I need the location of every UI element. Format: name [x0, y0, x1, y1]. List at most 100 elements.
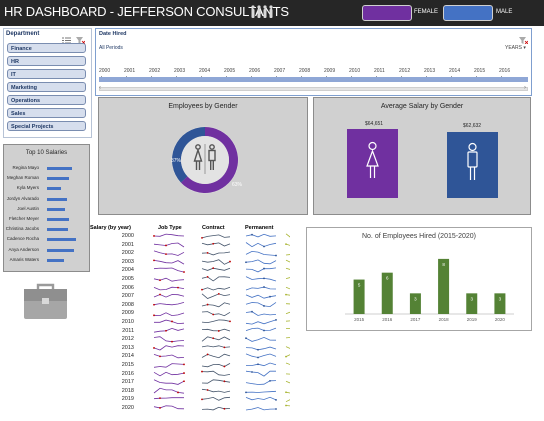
timeline-scrollbar[interactable]	[99, 87, 528, 91]
employees-by-gender-title: Employees by Gender	[168, 103, 238, 110]
sparkline	[201, 311, 231, 317]
sparkline	[285, 286, 290, 290]
x-tick-label: 2019	[467, 317, 478, 322]
header-bar: HR DASHBOARD - JEFFERSON CONSULTANTS FEM…	[0, 0, 544, 26]
sparkline-marker	[153, 259, 155, 262]
sparkline-marker	[201, 398, 203, 401]
sparkline-marker	[177, 391, 179, 394]
slicer-item-marketing[interactable]: Marketing	[7, 82, 86, 92]
sparkline	[153, 327, 185, 333]
timeline-year-2014[interactable]: 2014	[449, 68, 460, 74]
bar-2018	[438, 258, 450, 314]
timeline-year-2016[interactable]: 2016	[499, 68, 510, 74]
x-tick-label: 2015	[354, 317, 365, 322]
sparkline	[201, 379, 231, 384]
sparkline	[153, 363, 185, 368]
timeline-year-2004[interactable]: 2004	[199, 68, 210, 74]
top-salary-name: Joel Austin	[17, 205, 39, 211]
timeline-level-selector[interactable]: YEARS ▾	[505, 45, 526, 51]
slicer-item-special-projects[interactable]: Special Projects	[7, 121, 86, 131]
sparkline-marker	[183, 271, 185, 273]
sparkline-marker	[223, 346, 226, 349]
scroll-left-icon[interactable]: ‹	[99, 85, 101, 92]
sparkline-marker	[251, 371, 253, 373]
average-salary-title: Average Salary by Gender	[380, 103, 464, 110]
sparkline-marker	[201, 370, 203, 373]
sparkline-marker	[201, 288, 203, 291]
timeline-year-2002[interactable]: 2002	[149, 68, 160, 74]
sparkline-marker	[171, 340, 173, 343]
timeline-year-2005[interactable]: 2005	[224, 68, 235, 74]
sparkline	[201, 319, 231, 324]
sparkline-marker	[263, 329, 265, 332]
sparkline	[201, 234, 231, 239]
timeline-year-2003[interactable]: 2003	[174, 68, 185, 74]
timeline-year-2010[interactable]: 2010	[349, 68, 360, 74]
timeline-year-2015[interactable]: 2015	[474, 68, 485, 74]
sparkline-marker	[257, 356, 259, 359]
sparkline-marker	[201, 236, 203, 239]
female-salary-bar	[347, 129, 398, 198]
x-tick-label: 2018	[439, 317, 450, 322]
sparkline	[153, 267, 185, 273]
sparkline-header-contract: Contract	[202, 225, 225, 231]
average-salary-panel: Average Salary by Gender $64,651 $62,632	[313, 97, 531, 215]
sparkline-marker	[229, 260, 231, 263]
timeline-year-2000[interactable]: 2000	[99, 68, 110, 74]
timeline-year-2011[interactable]: 2011	[374, 68, 385, 74]
timeline-year-2012[interactable]: 2012	[399, 68, 410, 74]
slicer-item-it[interactable]: IT	[7, 69, 86, 79]
top-salary-name: Amaris Waters	[9, 256, 39, 262]
timeline-selection-bar[interactable]	[99, 77, 528, 82]
sparkline-header-job-type: Job Type	[158, 225, 182, 231]
sparkline	[153, 277, 185, 282]
department-slicer[interactable]: Department Finance HR IT Marketing Opera…	[3, 28, 92, 138]
sparkline-marker	[229, 320, 231, 323]
top-salary-name: Jordyn Alvarado	[6, 195, 39, 201]
sparkline	[285, 259, 290, 263]
scroll-right-icon[interactable]: ›	[524, 85, 526, 92]
sparkline	[201, 293, 231, 299]
female-salary-value: $64,651	[365, 121, 384, 127]
sparkline-year-label: 2008	[121, 301, 134, 308]
sparkline-marker	[165, 244, 167, 247]
sparkline	[201, 251, 231, 256]
sparkline	[153, 242, 185, 248]
female-person-icon	[366, 141, 379, 178]
sparkline-marker	[245, 391, 247, 394]
sparkline	[285, 405, 290, 407]
timeline-year-2009[interactable]: 2009	[324, 68, 335, 74]
top-salary-name: Meghan Roman	[6, 175, 39, 181]
sparkline-year-label: 2010	[121, 319, 134, 325]
sparkline-marker	[206, 251, 209, 254]
sparkline	[245, 294, 277, 299]
sparkline-marker	[285, 391, 287, 394]
top-salary-name: Christina Jacobs	[5, 226, 39, 232]
sparkline-marker	[183, 380, 185, 383]
timeline-year-2013[interactable]: 2013	[424, 68, 435, 74]
sparkline	[201, 276, 231, 282]
sparkline-marker	[183, 372, 185, 374]
male-legend-swatch	[443, 5, 493, 21]
sparkline-marker	[251, 233, 253, 236]
sparkline	[153, 345, 185, 351]
people-group-icon	[250, 4, 274, 25]
timeline-year-2006[interactable]: 2006	[249, 68, 260, 74]
sparkline-marker	[159, 293, 161, 296]
slicer-item-hr[interactable]: HR	[7, 56, 86, 66]
timeline-year-2007[interactable]: 2007	[274, 68, 285, 74]
sparkline-year-label: 2013	[121, 344, 134, 351]
sparkline	[245, 233, 277, 238]
top-salary-name: Regina Mayo	[12, 165, 39, 170]
date-hired-timeline[interactable]: Date Hired All Periods YEARS ▾ 2000 2001 2…	[95, 28, 532, 96]
slicer-item-finance[interactable]: Finance	[7, 43, 86, 53]
timeline-year-2001[interactable]: 2001	[124, 68, 135, 74]
sparkline	[285, 277, 290, 279]
sparkline-year-label: 2018	[121, 387, 134, 394]
slicer-item-sales[interactable]: Sales	[7, 108, 86, 118]
timeline-year-2008[interactable]: 2008	[299, 68, 310, 74]
sparkline-year-label: 2007	[121, 293, 134, 300]
sparkline	[201, 396, 231, 401]
slicer-item-operations[interactable]: Operations	[7, 95, 86, 105]
timeline-period-label: All Periods	[99, 45, 123, 51]
